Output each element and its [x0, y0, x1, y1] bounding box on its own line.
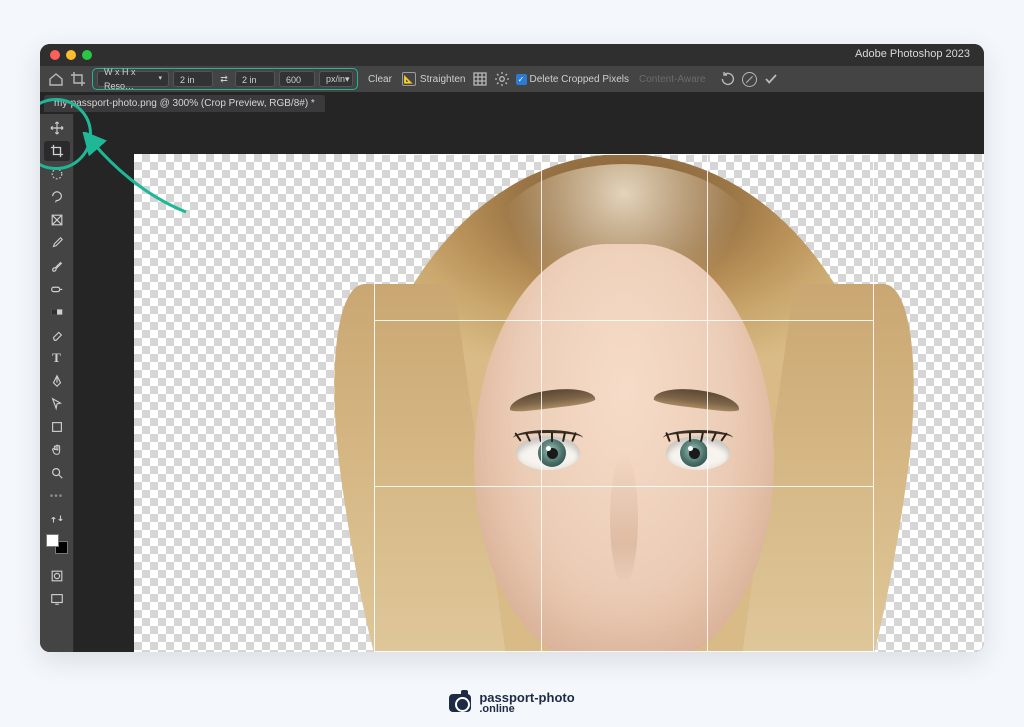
- delete-cropped-checkbox[interactable]: ✓ Delete Cropped Pixels: [516, 74, 630, 85]
- home-icon[interactable]: [48, 71, 64, 87]
- brush-tool[interactable]: [44, 256, 70, 276]
- crop-resolution-input[interactable]: 600: [279, 71, 315, 87]
- crop-confirm-group: [720, 71, 779, 87]
- edit-toolbar-button[interactable]: •••: [44, 486, 70, 506]
- eyedropper-tool[interactable]: [44, 233, 70, 253]
- app-title: Adobe Photoshop 2023: [855, 48, 970, 60]
- foreground-background-colors[interactable]: [46, 534, 68, 554]
- minimize-window-button[interactable]: [66, 50, 76, 60]
- marquee-tool[interactable]: [44, 164, 70, 184]
- swap-dimensions-button[interactable]: ⇄: [217, 72, 231, 86]
- crop-dimensions-group: W x H x Reso… ▾ 2 in ⇄ 2 in 600 px/in ▾: [92, 68, 358, 90]
- commit-crop-button[interactable]: [763, 71, 779, 87]
- maximize-window-button[interactable]: [82, 50, 92, 60]
- document-tab-label: my-passport-photo.png @ 300% (Crop Previ…: [54, 98, 315, 109]
- overlay-grid-dropdown[interactable]: [472, 71, 488, 87]
- gradient-tool[interactable]: [44, 302, 70, 322]
- document-tab[interactable]: my-passport-photo.png @ 300% (Crop Previ…: [44, 95, 325, 112]
- clear-button[interactable]: Clear: [364, 71, 396, 87]
- crop-height-input[interactable]: 2 in: [235, 71, 275, 87]
- workspace: T •••: [40, 114, 984, 652]
- hand-tool[interactable]: [44, 440, 70, 460]
- resolution-unit-dropdown[interactable]: px/in ▾: [319, 71, 353, 87]
- toolbox: T •••: [40, 114, 74, 652]
- watermark-line2: .online: [479, 704, 574, 715]
- move-tool[interactable]: [44, 118, 70, 138]
- checkbox-checked-icon: ✓: [516, 74, 527, 85]
- path-selection-tool[interactable]: [44, 394, 70, 414]
- settings-gear-icon[interactable]: [494, 71, 510, 87]
- zoom-tool[interactable]: [44, 463, 70, 483]
- crop-tool-icon: [70, 71, 86, 87]
- content-aware-checkbox: Content-Aware: [635, 71, 710, 87]
- swap-colors-icon[interactable]: [44, 509, 70, 529]
- healing-brush-tool[interactable]: [44, 279, 70, 299]
- straighten-button[interactable]: 📐 Straighten: [402, 72, 466, 86]
- crop-preset-label: W x H x Reso…: [104, 65, 158, 93]
- watermark: passport-photo .online: [0, 691, 1024, 715]
- options-bar: W x H x Reso… ▾ 2 in ⇄ 2 in 600 px/in ▾ …: [40, 66, 984, 92]
- lasso-tool[interactable]: [44, 187, 70, 207]
- delete-cropped-label: Delete Cropped Pixels: [530, 74, 630, 85]
- canvas-area[interactable]: [74, 114, 984, 652]
- reset-crop-button[interactable]: [720, 71, 736, 87]
- crop-tool[interactable]: [44, 141, 70, 161]
- crop-width-input[interactable]: 2 in: [173, 71, 213, 87]
- document-tabstrip: my-passport-photo.png @ 300% (Crop Previ…: [40, 92, 984, 114]
- camera-icon: [449, 694, 471, 712]
- photoshop-window: Adobe Photoshop 2023 W x H x Reso… ▾ 2 i…: [40, 44, 984, 652]
- window-titlebar: Adobe Photoshop 2023: [40, 44, 984, 66]
- chevron-down-icon: ▾: [345, 72, 350, 86]
- chevron-down-icon: ▾: [158, 72, 162, 86]
- cancel-crop-button[interactable]: [742, 72, 757, 87]
- quick-mask-toggle[interactable]: [44, 566, 70, 586]
- crop-overlay[interactable]: [374, 154, 874, 652]
- shape-tool[interactable]: [44, 417, 70, 437]
- straighten-label: Straighten: [420, 74, 466, 85]
- straighten-icon: 📐: [402, 72, 416, 86]
- document-canvas[interactable]: [134, 154, 984, 652]
- eraser-tool[interactable]: [44, 325, 70, 345]
- resolution-unit-label: px/in: [326, 72, 345, 86]
- frame-tool[interactable]: [44, 210, 70, 230]
- window-controls: [50, 50, 92, 60]
- crop-preset-dropdown[interactable]: W x H x Reso… ▾: [97, 71, 169, 87]
- screen-mode-toggle[interactable]: [44, 589, 70, 609]
- pen-tool[interactable]: [44, 371, 70, 391]
- type-tool[interactable]: T: [44, 348, 70, 368]
- foreground-color-swatch[interactable]: [46, 534, 59, 547]
- close-window-button[interactable]: [50, 50, 60, 60]
